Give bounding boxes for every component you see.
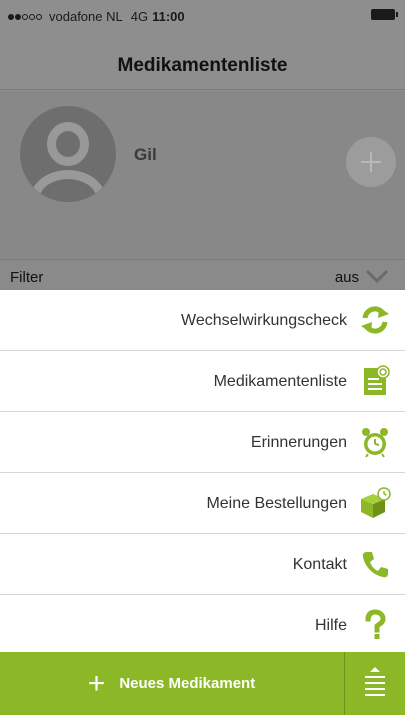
filter-row[interactable]: Filter aus (0, 259, 405, 290)
menu-item-label: Meine Bestellungen (206, 495, 347, 512)
menu-item-label: Hilfe (314, 617, 347, 634)
signal-strength-icon (8, 13, 42, 20)
status-bar: vodafone NL 4G 11:00 (0, 0, 405, 30)
avatar[interactable] (20, 106, 116, 202)
chevron-down-icon[interactable] (365, 269, 389, 283)
menu-item-contact[interactable]: Kontakt (0, 534, 405, 595)
add-profile-button[interactable] (346, 137, 396, 187)
menu-item-reminders[interactable]: Erinnerungen (0, 412, 405, 473)
menu-item-label: Kontakt (292, 556, 347, 573)
menu-item-medication-list[interactable]: Medikamentenliste (0, 351, 405, 412)
menu-item-label: Erinnerungen (250, 434, 347, 451)
clock: 11:00 (152, 9, 185, 24)
menu-toggle-icon[interactable] (345, 652, 405, 715)
interaction-check-icon (361, 306, 389, 334)
bottom-bar: + Neues Medikament (0, 652, 405, 715)
avatar-body-shape (30, 170, 106, 202)
menu-item-label: Wechselwirkungscheck (181, 312, 347, 329)
profile-header: Gil (0, 91, 405, 259)
medication-list-icon (364, 365, 390, 395)
action-menu: Wechselwirkungscheck Medikamentenliste E… (0, 290, 405, 652)
help-icon (365, 609, 386, 639)
plus-icon: + (87, 666, 106, 700)
filter-label: Filter (10, 269, 44, 286)
phone-icon (362, 552, 388, 578)
menu-item-help[interactable]: Hilfe (0, 595, 405, 656)
new-medication-label: Neues Medikament (119, 675, 256, 692)
filter-value: aus (334, 269, 359, 286)
menu-item-label: Medikamentenliste (213, 373, 347, 390)
menu-item-my-orders[interactable]: Meine Bestellungen (0, 473, 405, 534)
battery-icon (371, 9, 398, 20)
carrier-name: vodafone NL (49, 9, 123, 24)
dimmed-background[interactable]: vodafone NL 4G 11:00 Medikamentenliste G… (0, 0, 405, 290)
orders-box-icon (361, 487, 391, 518)
menu-item-interaction-check[interactable]: Wechselwirkungscheck (0, 290, 405, 351)
new-medication-button[interactable]: + Neues Medikament (0, 652, 343, 715)
avatar-head-shape (47, 122, 89, 166)
profile-name: Gil (134, 145, 157, 164)
navigation-bar: Medikamentenliste (0, 30, 405, 90)
network-type: 4G (130, 9, 149, 24)
alarm-clock-icon (362, 428, 388, 458)
